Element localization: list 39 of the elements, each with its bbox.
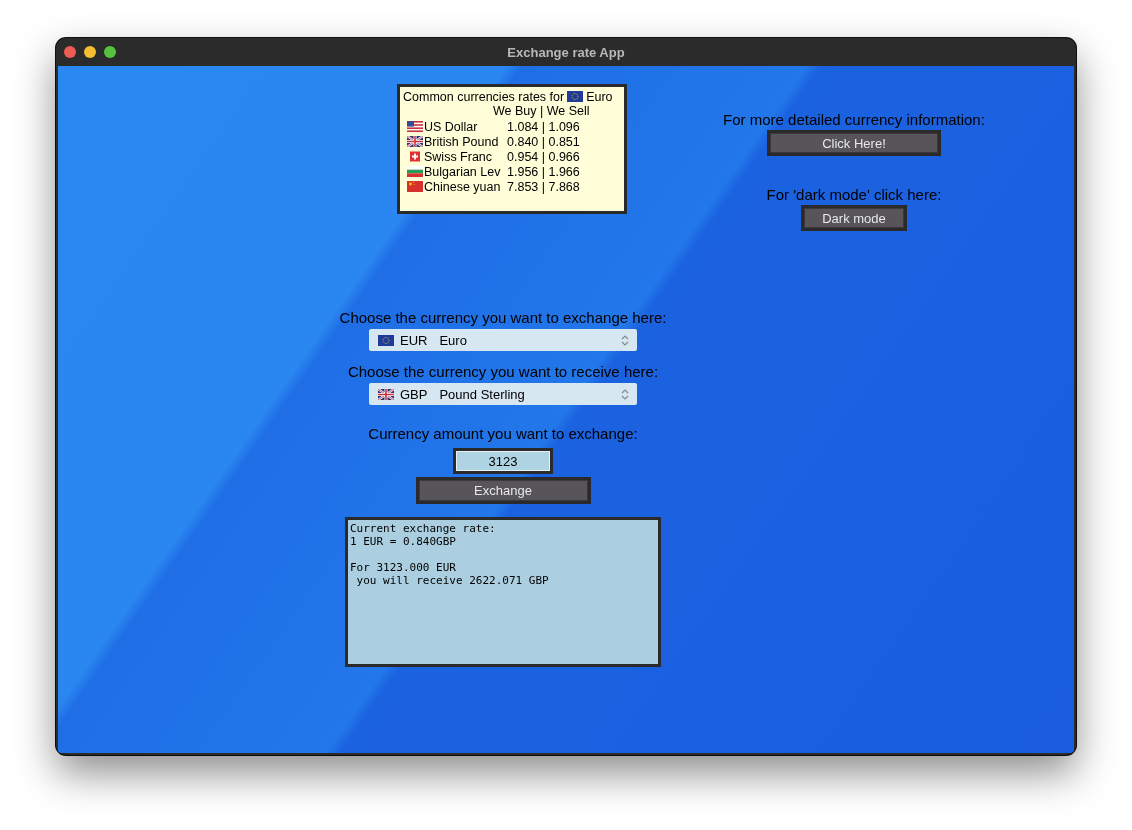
field-label: Currency amount you want to exchange:: [368, 425, 638, 442]
minimize-button[interactable]: [84, 46, 96, 58]
currency-name: British Pound: [424, 134, 499, 149]
maximize-button[interactable]: [104, 46, 116, 58]
flag-icon: [567, 91, 584, 102]
amount-input[interactable]: 3123: [453, 448, 553, 474]
flag-icon: [407, 121, 423, 132]
exchange-button[interactable]: Exchange: [415, 477, 591, 504]
currency-dropdown[interactable]: GBP Pound Sterling: [369, 383, 637, 405]
dark-mode-button[interactable]: Dark mode: [801, 205, 907, 231]
rate-values: 1.956 | 1.966: [507, 164, 581, 179]
currency-name: Swiss Franc: [424, 149, 493, 164]
rate-values: 7.853 | 7.868: [507, 179, 581, 194]
flag-icon: [407, 151, 423, 162]
field-label: Choose the currency you want to exchange here:: [339, 309, 667, 326]
info-label: For 'dark mode' click here:: [766, 186, 942, 203]
currency-name: US Dollar: [424, 119, 478, 134]
chevron-up-down-icon: [621, 333, 629, 347]
field-label: Choose the currency you want to receive here:: [347, 363, 659, 380]
rate-values: 1.084 | 1.096: [507, 119, 581, 134]
info-label: For more detailed currency information:: [723, 111, 985, 128]
rates-title: Common currencies rates for: [403, 89, 565, 104]
flag-icon: [378, 334, 394, 346]
flag-icon: [407, 136, 423, 147]
close-button[interactable]: [64, 46, 76, 58]
currency-name: Chinese yuan: [424, 179, 501, 194]
window-title: Exchange rate App: [507, 44, 625, 60]
base-currency: Euro: [586, 89, 613, 104]
rate-values: 0.840 | 0.851: [507, 134, 581, 149]
currency-dropdown[interactable]: EUR Euro: [369, 329, 637, 351]
flag-icon: [378, 388, 394, 400]
column-header: We Buy | We Sell: [493, 104, 590, 118]
flag-icon: [407, 181, 423, 192]
chevron-up-down-icon: [621, 387, 629, 401]
flag-icon: [407, 166, 423, 177]
result-text: Current exchange rate: 1 EUR = 0.840GBP For 3123.000 EUR you will receive 2622.071 GBP: [345, 517, 661, 667]
click-here-button[interactable]: Click Here!: [767, 130, 941, 156]
rate-values: 0.954 | 0.966: [507, 149, 581, 164]
currency-name: Bulgarian Lev: [424, 164, 501, 179]
